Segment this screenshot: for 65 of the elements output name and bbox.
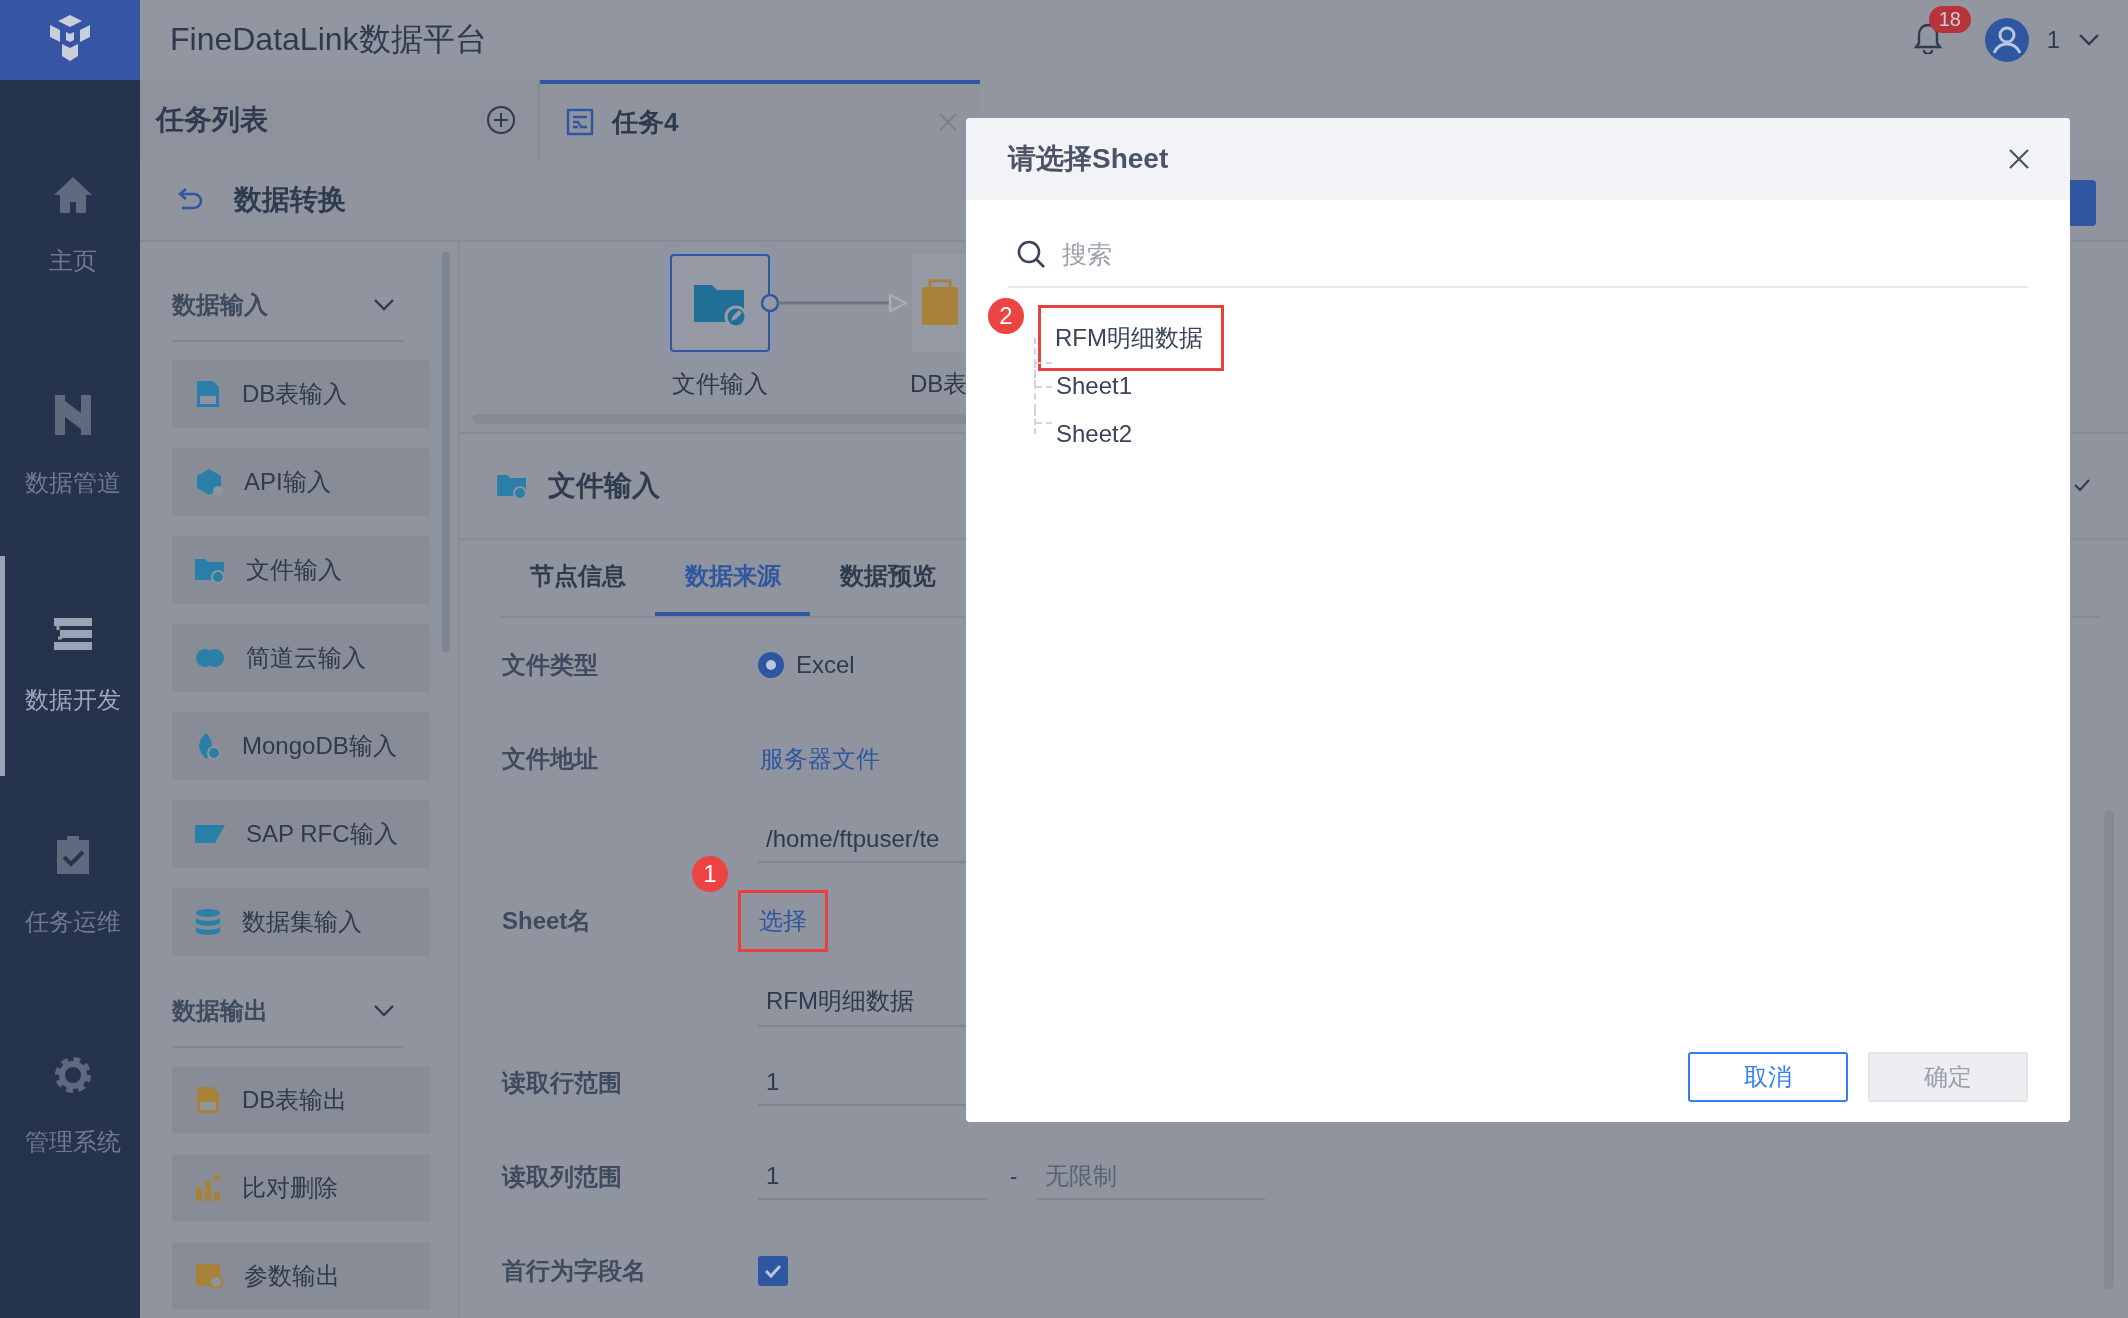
field-label: 文件类型 (502, 651, 598, 678)
page-title: 数据转换 (234, 183, 346, 217)
radio-label: Excel (796, 651, 855, 679)
field-label: 读取列范围 (502, 1163, 622, 1190)
field-label: 首行为字段名 (502, 1257, 646, 1284)
check-icon (2074, 478, 2090, 492)
palette-item[interactable]: SAP RFC输入 (172, 800, 430, 868)
search-icon (1016, 239, 1046, 269)
palette-item[interactable]: 数据集输入 (172, 888, 430, 956)
task-list-title: 任务列表 (156, 103, 268, 137)
palette-item[interactable]: 文件输入 (172, 536, 430, 604)
field-label: 文件地址 (502, 745, 598, 772)
clipboard-check-icon (54, 834, 91, 876)
dialog-title: 请选择Sheet (1008, 142, 1169, 176)
palette-item[interactable]: API输入 (172, 448, 430, 516)
field-label: 读取行范围 (502, 1069, 622, 1096)
cancel-button[interactable]: 取消 (1688, 1052, 1848, 1102)
link[interactable]: 服务器文件 (758, 739, 882, 779)
nav-item[interactable]: 管理系统 (0, 996, 140, 1216)
checkbox[interactable] (758, 1256, 788, 1286)
avatar-icon[interactable] (1984, 18, 2029, 62)
sap-badge-icon (194, 823, 226, 845)
back-arrow-icon[interactable] (176, 188, 204, 212)
sheet-item[interactable]: Sheet2 (1056, 416, 1133, 452)
sheet-item[interactable]: Sheet1 (1056, 368, 1133, 404)
nav-item[interactable]: 任务运维 (0, 776, 140, 996)
add-circle-icon[interactable] (486, 105, 516, 135)
field-label: Sheet名 (502, 907, 592, 934)
node-label: 文件输入 (672, 369, 768, 399)
radio-option[interactable]: Excel (758, 651, 855, 679)
link[interactable]: 选择 (738, 890, 828, 952)
palette-section-header[interactable]: 数据输入 (172, 270, 404, 342)
panel-tab[interactable]: 数据来源 (655, 540, 810, 616)
bar-chart-icon (194, 1173, 222, 1203)
node-label: DB表 (910, 369, 968, 399)
palette-item[interactable]: DB表输出 (172, 1066, 430, 1134)
panel-title: 文件输入 (548, 469, 660, 503)
user-name[interactable]: 1 (2046, 26, 2060, 54)
panel-tab[interactable]: 数据预览 (810, 540, 965, 616)
palette-section-header[interactable]: 数据输出 (172, 976, 404, 1048)
pipeline-icon (52, 393, 93, 437)
palette-item[interactable]: 参数输出 (172, 1242, 430, 1310)
database-icon (194, 907, 222, 937)
nav-item[interactable]: 数据开发 (0, 556, 140, 776)
palette-item[interactable]: 比对删除 (172, 1154, 430, 1222)
folder-edit-icon (496, 472, 528, 500)
folder-edit-icon (194, 556, 226, 584)
api-badge-icon (194, 467, 224, 497)
notification-badge: 18 (1928, 6, 1971, 33)
close-icon[interactable] (2008, 148, 2030, 170)
flow-node[interactable] (670, 254, 770, 352)
sheet-item[interactable]: RFM明细数据 (1038, 305, 1224, 371)
callout-number: 1 (692, 856, 728, 892)
input-field[interactable]: 1 (758, 1154, 988, 1200)
palette-item[interactable]: DB表输入 (172, 360, 430, 428)
callout-number: 2 (988, 298, 1024, 334)
nav-item[interactable]: 主页 (0, 116, 140, 336)
chevron-down-icon[interactable] (2078, 33, 2100, 47)
flow-document-icon (566, 108, 594, 136)
palette-item[interactable]: MongoDB输入 (172, 712, 430, 780)
panel-tab[interactable]: 节点信息 (500, 540, 655, 616)
range-separator: - (1010, 1164, 1018, 1190)
palette-item[interactable]: 简道云输入 (172, 624, 430, 692)
nav-item[interactable]: 数据管道 (0, 336, 140, 556)
app-title: FineDataLink数据平台 (170, 20, 487, 59)
